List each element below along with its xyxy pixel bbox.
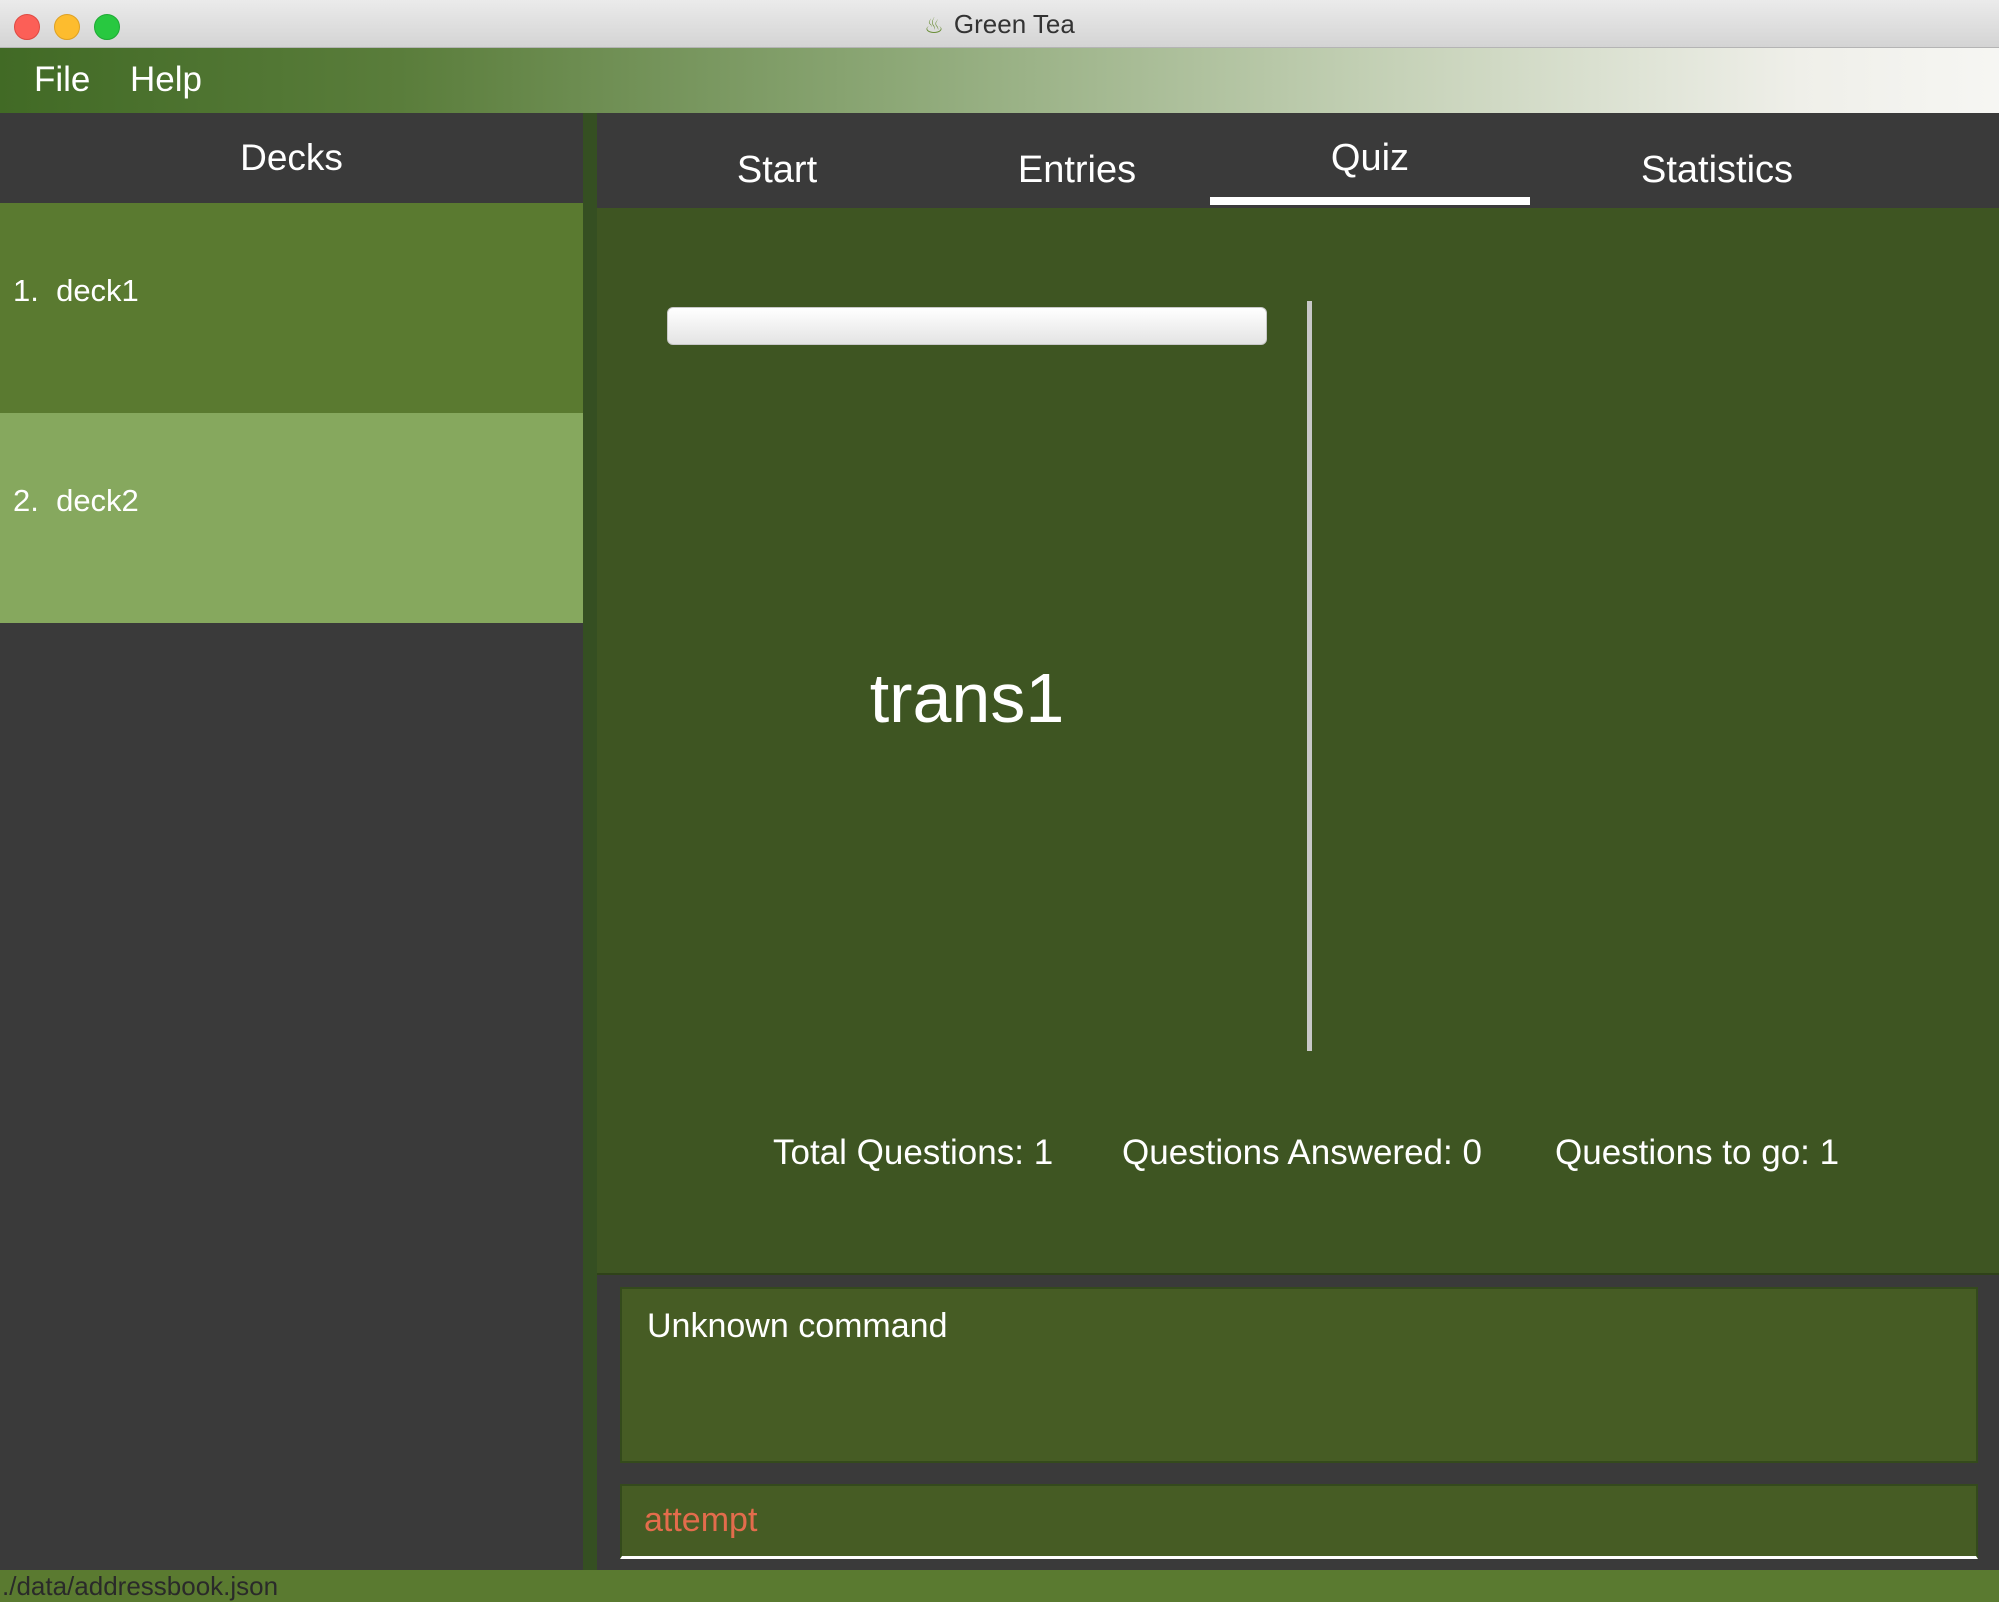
tab-entries-label: Entries bbox=[1017, 149, 1137, 191]
total-questions-label: Total Questions: 1 bbox=[773, 1133, 1054, 1172]
questions-to-go-label: Questions to go: 1 bbox=[1555, 1133, 1840, 1172]
tab-start[interactable]: Start bbox=[677, 113, 877, 208]
tab-entries[interactable]: Entries bbox=[957, 113, 1197, 208]
deck-list-item-deck2[interactable]: 2. deck2 bbox=[0, 413, 583, 623]
window-title-text: Green Tea bbox=[953, 9, 1075, 39]
quiz-panel: trans1 Total Questions: 1 Questions Answ… bbox=[597, 208, 1999, 1273]
result-message: Unknown command bbox=[647, 1307, 948, 1345]
window-titlebar: ♨ Green Tea bbox=[0, 0, 1999, 48]
deck-label: 1. deck1 bbox=[13, 273, 139, 308]
decks-header: Decks bbox=[240, 137, 343, 178]
quiz-progress-bar bbox=[667, 307, 1267, 345]
horizontal-divider bbox=[597, 1273, 1999, 1275]
command-box bbox=[620, 1484, 1978, 1559]
tab-statistics[interactable]: Statistics bbox=[1557, 113, 1877, 208]
questions-answered-label: Questions Answered: 0 bbox=[1122, 1133, 1482, 1172]
tab-quiz-label: Quiz bbox=[1330, 137, 1410, 179]
status-bar: ./data/addressbook.json bbox=[0, 1570, 1999, 1602]
tab-statistics-label: Statistics bbox=[1640, 149, 1794, 191]
result-display: Unknown command bbox=[620, 1287, 1978, 1463]
deck-list-item-deck1[interactable]: 1. deck1 bbox=[0, 203, 583, 413]
tea-icon: ♨ bbox=[924, 13, 944, 38]
tab-quiz[interactable]: Quiz bbox=[1210, 113, 1530, 208]
question-text: trans1 bbox=[869, 659, 1065, 737]
active-tab-indicator bbox=[1210, 197, 1530, 205]
menu-help[interactable]: Help bbox=[130, 60, 202, 100]
menu-bar: File Help bbox=[0, 48, 1999, 113]
storage-path-label: ./data/addressbook.json bbox=[2, 1571, 279, 1601]
menu-file[interactable]: File bbox=[34, 60, 90, 100]
tab-start-label: Start bbox=[736, 149, 818, 191]
tab-bar: Start Entries Quiz Statistics bbox=[597, 113, 1999, 208]
quiz-separator bbox=[1307, 301, 1312, 1051]
deck-label: 2. deck2 bbox=[13, 483, 139, 518]
deck-list-panel: Decks 1. deck1 2. deck2 bbox=[0, 113, 583, 1570]
command-input[interactable] bbox=[642, 1494, 1946, 1546]
window-title: ♨ Green Tea bbox=[0, 9, 1999, 40]
split-pane-divider[interactable] bbox=[583, 113, 597, 1570]
